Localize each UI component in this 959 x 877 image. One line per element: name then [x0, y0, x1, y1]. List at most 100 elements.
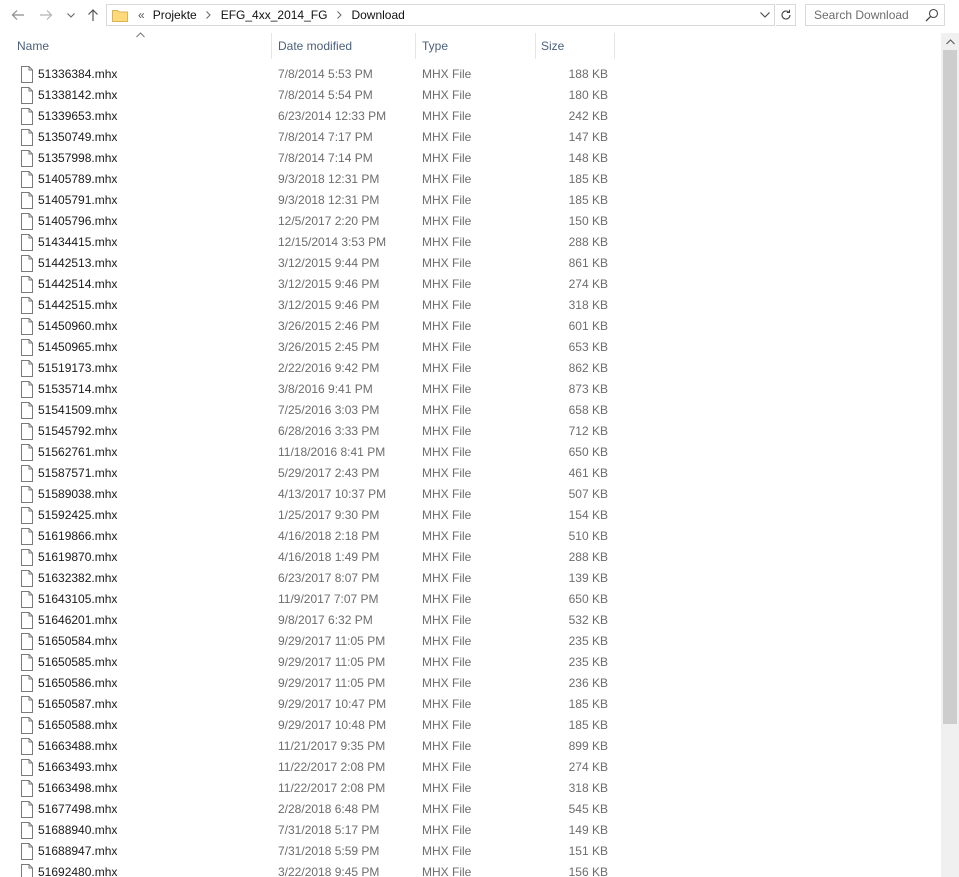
table-row[interactable]: 51587571.mhx 5/29/2017 2:43 PM MHX File 461… [0, 463, 615, 484]
column-divider[interactable] [271, 33, 272, 59]
table-row[interactable]: 51336384.mhx 7/8/2014 5:53 PM MHX File 188 … [0, 64, 615, 85]
forward-button[interactable] [36, 4, 56, 26]
file-date-modified: 1/25/2017 9:30 PM [278, 508, 380, 522]
table-row[interactable]: 51562761.mhx 11/18/2016 8:41 PM MHX File 65… [0, 442, 615, 463]
file-type: MHX File [422, 781, 472, 795]
forward-arrow-icon [40, 10, 53, 20]
address-dropdown-button[interactable] [756, 5, 774, 25]
table-row[interactable]: 51589038.mhx 4/13/2017 10:37 PM MHX File 50… [0, 484, 615, 505]
table-row[interactable]: 51338142.mhx 7/8/2014 5:54 PM MHX File 180 … [0, 85, 615, 106]
file-icon [20, 696, 34, 713]
table-row[interactable]: 51434415.mhx 12/15/2014 3:53 PM MHX File 28… [0, 232, 615, 253]
file-icon [20, 528, 34, 545]
back-button[interactable] [8, 4, 28, 26]
table-row[interactable]: 51405789.mhx 9/3/2018 12:31 PM MHX File 185… [0, 169, 615, 190]
file-type: MHX File [422, 508, 472, 522]
file-name: 51650588.mhx [38, 718, 118, 732]
table-row[interactable]: 51677498.mhx 2/28/2018 6:48 PM MHX File 545… [0, 799, 615, 820]
table-row[interactable]: 51663493.mhx 11/22/2017 2:08 PM MHX File 27… [0, 757, 615, 778]
column-header-date[interactable]: Date modified [278, 33, 415, 59]
recent-locations-button[interactable] [64, 4, 78, 26]
file-name: 51619870.mhx [38, 550, 118, 564]
column-divider[interactable] [415, 33, 416, 59]
table-row[interactable]: 51405796.mhx 12/5/2017 2:20 PM MHX File 150… [0, 211, 615, 232]
address-bar[interactable]: « Projekte EFG_4xx_2014_FG Download [106, 4, 775, 26]
breadcrumb-separator[interactable] [331, 11, 347, 19]
file-icon [20, 276, 34, 293]
breadcrumb-separator[interactable] [201, 11, 217, 19]
table-row[interactable]: 51643105.mhx 11/9/2017 7:07 PM MHX File 650… [0, 589, 615, 610]
file-icon [20, 507, 34, 524]
file-date-modified: 6/23/2017 8:07 PM [278, 571, 380, 585]
table-row[interactable]: 51688940.mhx 7/31/2018 5:17 PM MHX File 149… [0, 820, 615, 841]
file-size: 156 KB [568, 865, 608, 877]
column-header-size[interactable]: Size [541, 33, 614, 59]
column-header-name[interactable]: Name [17, 33, 271, 59]
table-row[interactable]: 51357998.mhx 7/8/2014 7:14 PM MHX File 148 … [0, 148, 615, 169]
file-size: 185 KB [568, 193, 608, 207]
table-row[interactable]: 51545792.mhx 6/28/2016 3:33 PM MHX File 712… [0, 421, 615, 442]
breadcrumb-projekte[interactable]: Projekte [149, 5, 201, 25]
search-box[interactable] [805, 4, 945, 26]
file-name: 51350749.mhx [38, 130, 118, 144]
table-row[interactable]: 51646201.mhx 9/8/2017 6:32 PM MHX File 532 … [0, 610, 615, 631]
up-button[interactable] [84, 4, 102, 26]
vertical-scrollbar[interactable] [941, 33, 959, 877]
scroll-thumb[interactable] [943, 50, 957, 724]
breadcrumb-efg[interactable]: EFG_4xx_2014_FG [217, 5, 332, 25]
file-type: MHX File [422, 844, 472, 858]
table-row[interactable]: 51339653.mhx 6/23/2014 12:33 PM MHX File 24… [0, 106, 615, 127]
table-row[interactable]: 51650588.mhx 9/29/2017 10:48 PM MHX File 18… [0, 715, 615, 736]
table-row[interactable]: 51663488.mhx 11/21/2017 9:35 PM MHX File 89… [0, 736, 615, 757]
file-size: 712 KB [568, 424, 608, 438]
file-date-modified: 7/8/2014 7:17 PM [278, 130, 373, 144]
table-row[interactable]: 51650584.mhx 9/29/2017 11:05 PM MHX File 23… [0, 631, 615, 652]
table-row[interactable]: 51592425.mhx 1/25/2017 9:30 PM MHX File 154… [0, 505, 615, 526]
table-row[interactable]: 51405791.mhx 9/3/2018 12:31 PM MHX File 185… [0, 190, 615, 211]
column-header-type[interactable]: Type [422, 33, 535, 59]
scroll-up-button[interactable] [941, 33, 959, 50]
file-type: MHX File [422, 214, 472, 228]
table-row[interactable]: 51450960.mhx 3/26/2015 2:46 PM MHX File 601… [0, 316, 615, 337]
file-date-modified: 9/29/2017 10:47 PM [278, 697, 387, 711]
file-list[interactable]: 51336384.mhx 7/8/2014 5:53 PM MHX File 188 … [0, 64, 940, 877]
breadcrumb-overflow[interactable]: « [134, 5, 149, 25]
refresh-button[interactable] [776, 4, 796, 26]
file-size: 154 KB [568, 508, 608, 522]
file-size: 288 KB [568, 235, 608, 249]
column-divider[interactable] [614, 33, 615, 59]
file-type: MHX File [422, 571, 472, 585]
table-row[interactable]: 51650585.mhx 9/29/2017 11:05 PM MHX File 23… [0, 652, 615, 673]
file-date-modified: 4/13/2017 10:37 PM [278, 487, 387, 501]
table-row[interactable]: 51692480.mhx 3/22/2018 9:45 PM MHX File 156… [0, 862, 615, 877]
file-icon [20, 759, 34, 776]
file-type: MHX File [422, 760, 472, 774]
table-row[interactable]: 51619870.mhx 4/16/2018 1:49 PM MHX File 288… [0, 547, 615, 568]
file-name: 51619866.mhx [38, 529, 118, 543]
table-row[interactable]: 51442514.mhx 3/12/2015 9:46 PM MHX File 274… [0, 274, 615, 295]
breadcrumb-download[interactable]: Download [347, 5, 408, 25]
file-type: MHX File [422, 424, 472, 438]
file-date-modified: 3/26/2015 2:45 PM [278, 340, 380, 354]
table-row[interactable]: 51535714.mhx 3/8/2016 9:41 PM MHX File 873 … [0, 379, 615, 400]
table-row[interactable]: 51650587.mhx 9/29/2017 10:47 PM MHX File 18… [0, 694, 615, 715]
table-row[interactable]: 51350749.mhx 7/8/2014 7:17 PM MHX File 147 … [0, 127, 615, 148]
table-row[interactable]: 51541509.mhx 7/25/2016 3:03 PM MHX File 658… [0, 400, 615, 421]
file-size: 653 KB [568, 340, 608, 354]
table-row[interactable]: 51688947.mhx 7/31/2018 5:59 PM MHX File 151… [0, 841, 615, 862]
table-row[interactable]: 51663498.mhx 11/22/2017 2:08 PM MHX File 31… [0, 778, 615, 799]
file-type: MHX File [422, 319, 472, 333]
file-size: 147 KB [568, 130, 608, 144]
table-row[interactable]: 51519173.mhx 2/22/2016 9:42 PM MHX File 862… [0, 358, 615, 379]
search-input[interactable] [814, 8, 926, 22]
table-row[interactable]: 51632382.mhx 6/23/2017 8:07 PM MHX File 139… [0, 568, 615, 589]
file-name: 51450960.mhx [38, 319, 118, 333]
table-row[interactable]: 51650586.mhx 9/29/2017 11:05 PM MHX File 23… [0, 673, 615, 694]
table-row[interactable]: 51619866.mhx 4/16/2018 2:18 PM MHX File 510… [0, 526, 615, 547]
table-row[interactable]: 51442513.mhx 3/12/2015 9:44 PM MHX File 861… [0, 253, 615, 274]
search-icon[interactable] [925, 8, 939, 22]
table-row[interactable]: 51450965.mhx 3/26/2015 2:45 PM MHX File 653… [0, 337, 615, 358]
table-row[interactable]: 51442515.mhx 3/12/2015 9:46 PM MHX File 318… [0, 295, 615, 316]
file-type: MHX File [422, 67, 472, 81]
column-divider[interactable] [535, 33, 536, 59]
